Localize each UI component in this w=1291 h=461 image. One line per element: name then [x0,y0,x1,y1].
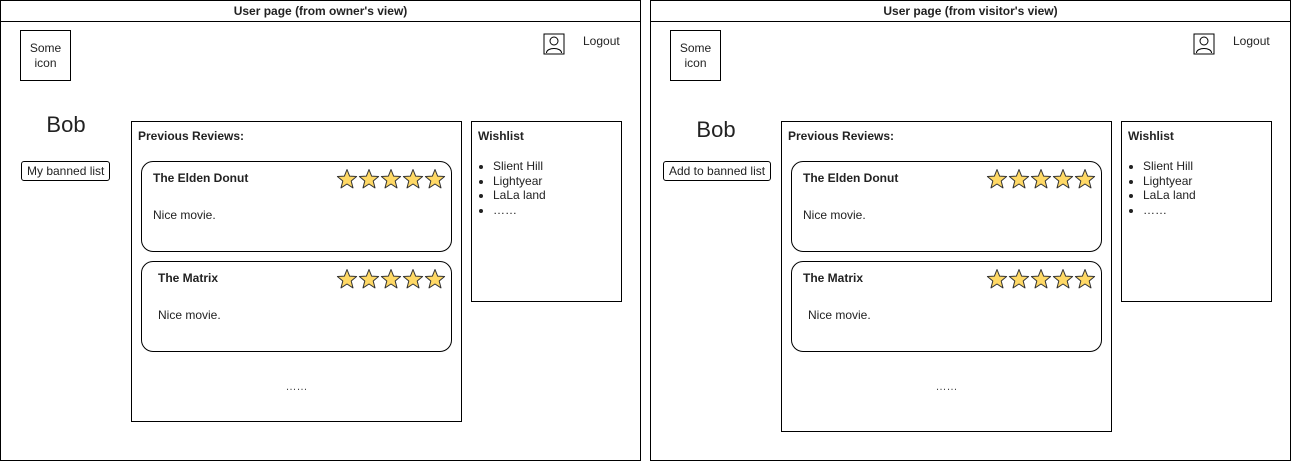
wishlist-item[interactable]: Lightyear [493,174,546,189]
star-icon [402,269,424,289]
wishlist-heading: Wishlist [1128,129,1174,143]
star-icon [1030,169,1052,189]
previous-reviews-section: Previous Reviews: The Elden Donut Nice m… [781,121,1112,432]
review-text: Nice movie. [803,208,866,222]
review-title: The Matrix [158,271,219,285]
star-icon [1074,269,1096,289]
username: Bob [696,117,736,142]
star-icon [424,169,446,189]
reviews-heading: Previous Reviews: [788,129,895,143]
previous-reviews-section: Previous Reviews: The Elden Donut Nice m… [131,121,462,422]
review-text: Nice movie. [808,308,871,322]
panel-title: User page (from owner's view) [1,1,640,22]
star-icon [986,169,1008,189]
review-text: Nice movie. [153,208,216,222]
wishlist-item[interactable]: Lightyear [1143,174,1196,189]
review-card[interactable]: The Matrix Nice movie. [791,261,1102,352]
star-icon [380,269,402,289]
wishlist-section: Wishlist Slient Hill Lightyear LaLa land… [471,121,622,302]
wishlist-item: …… [1143,203,1196,218]
owner-view-panel: User page (from owner's view) Some icon … [0,0,641,461]
star-rating [336,268,446,290]
wishlist-item[interactable]: LaLa land [493,188,546,203]
wishlist-section: Wishlist Slient Hill Lightyear LaLa land… [1121,121,1272,302]
wishlist-list: Slient Hill Lightyear LaLa land …… [472,159,546,217]
logo-placeholder[interactable]: Some icon [20,30,71,81]
star-icon [1008,269,1030,289]
wishlist-item[interactable]: Slient Hill [1143,159,1196,174]
review-title: The Elden Donut [803,171,899,185]
more-reviews-indicator: …… [285,381,308,393]
user-icon[interactable] [1193,33,1215,55]
reviews-heading: Previous Reviews: [138,129,245,143]
star-icon [1074,169,1096,189]
banned-list-button[interactable]: My banned list [21,161,111,181]
star-icon [986,269,1008,289]
star-rating [336,168,446,190]
star-icon [402,169,424,189]
wishlist-item[interactable]: Slient Hill [493,159,546,174]
star-icon [1052,169,1074,189]
user-icon[interactable] [543,33,565,55]
star-icon [358,269,380,289]
star-icon [336,169,358,189]
review-title: The Elden Donut [153,171,249,185]
review-card[interactable]: The Elden Donut Nice movie. [141,161,452,252]
review-title: The Matrix [803,271,864,285]
review-card[interactable]: The Elden Donut Nice movie. [791,161,1102,252]
username: Bob [46,112,86,137]
star-rating [986,268,1096,290]
star-icon [1052,269,1074,289]
logo-placeholder[interactable]: Some icon [670,30,721,81]
logout-link[interactable]: Logout [1233,34,1270,48]
wishlist-item[interactable]: LaLa land [1143,188,1196,203]
star-icon [1030,269,1052,289]
star-icon [424,269,446,289]
logout-link[interactable]: Logout [583,34,620,48]
add-to-banned-list-button[interactable]: Add to banned list [663,161,772,181]
star-rating [986,168,1096,190]
star-icon [1008,169,1030,189]
review-text: Nice movie. [158,308,221,322]
panel-title: User page (from visitor's view) [651,1,1290,22]
wishlist-heading: Wishlist [478,129,524,143]
star-icon [336,269,358,289]
visitor-view-panel: User page (from visitor's view) Some ico… [650,0,1291,461]
star-icon [380,169,402,189]
wishlist-item: …… [493,203,546,218]
star-icon [358,169,380,189]
more-reviews-indicator: …… [935,381,958,393]
review-card[interactable]: The Matrix Nice movie. [141,261,452,352]
wishlist-list: Slient Hill Lightyear LaLa land …… [1122,159,1196,217]
